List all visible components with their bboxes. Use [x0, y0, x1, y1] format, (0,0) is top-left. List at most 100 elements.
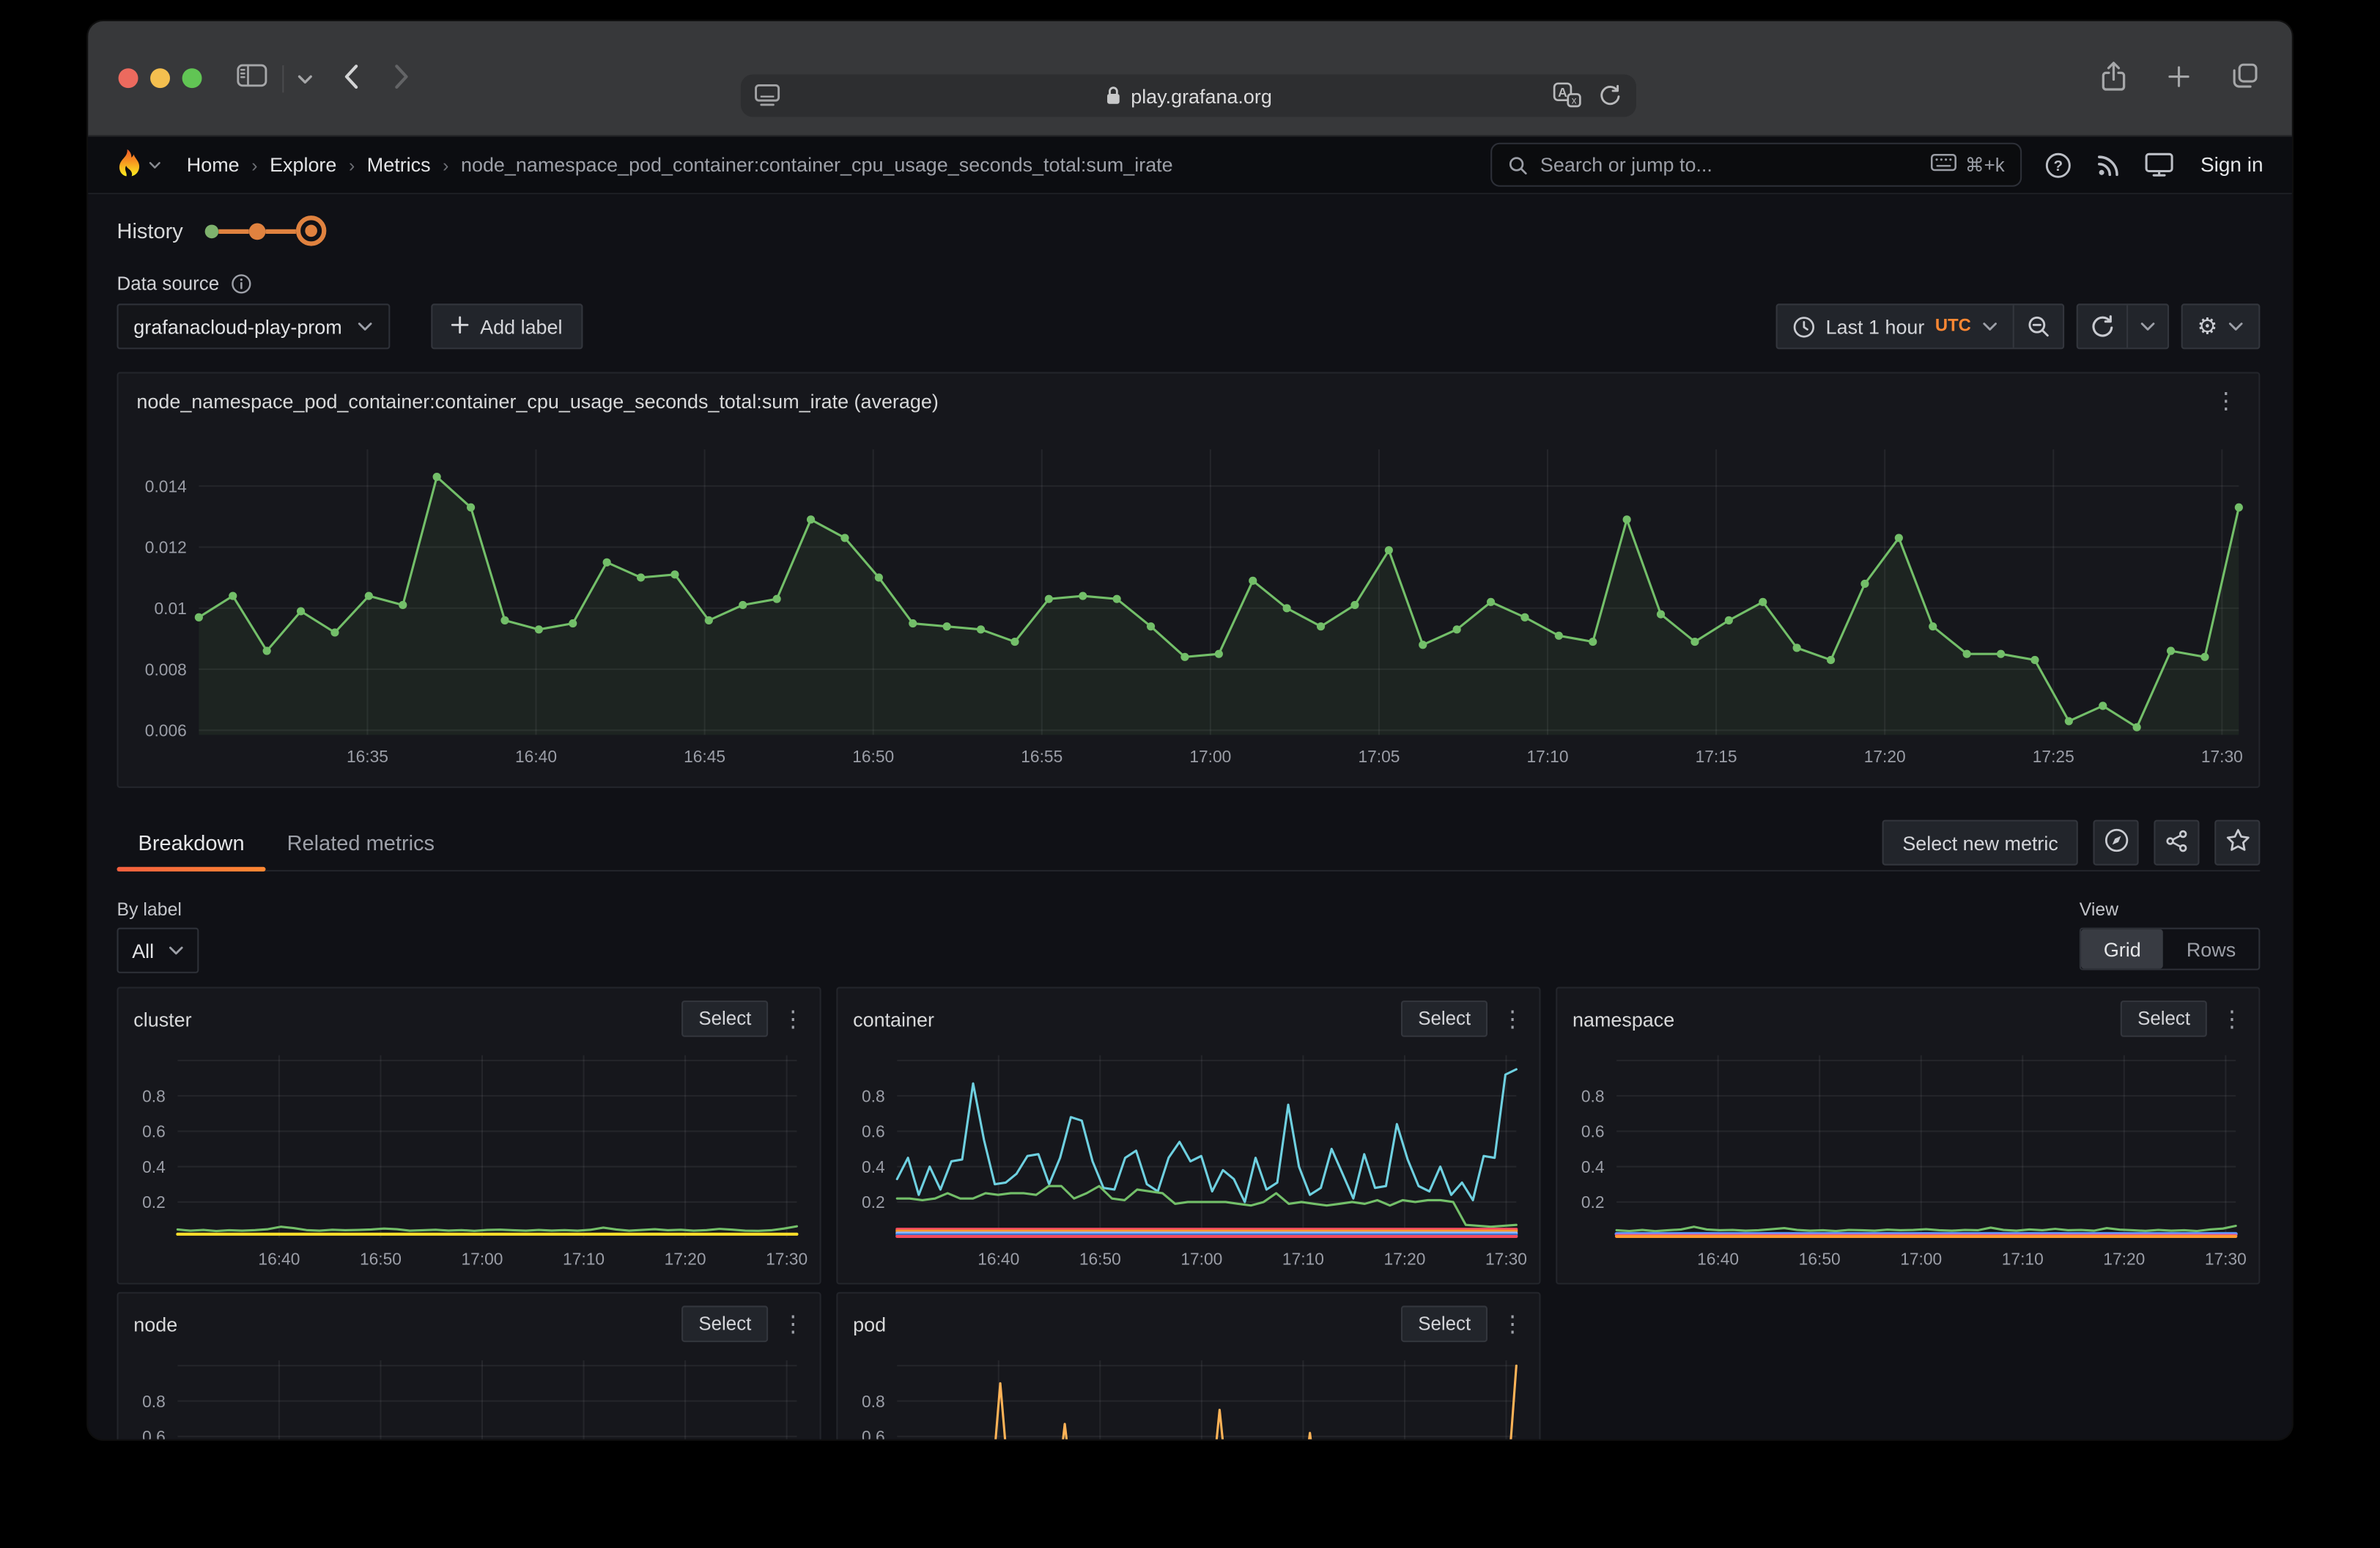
node-chart[interactable]: 16:4016:5017:0017:1017:2017:300.20.40.60…	[120, 1354, 820, 1440]
main-panel-title: node_namespace_pod_container:container_c…	[136, 390, 938, 413]
breadcrumb-separator: ›	[251, 154, 257, 175]
tab-related-label: Related metrics	[287, 830, 435, 855]
select-new-metric-button[interactable]: Select new metric	[1882, 820, 2077, 866]
svg-text:0.4: 0.4	[862, 1157, 885, 1176]
explore-button[interactable]	[2093, 820, 2139, 866]
panel-menu-button[interactable]: ⋮	[1495, 1313, 1530, 1335]
main-panel-header: node_namespace_pod_container:container_c…	[119, 374, 2259, 413]
breadcrumb-home[interactable]: Home	[187, 153, 240, 176]
breadcrumb-metrics[interactable]: Metrics	[367, 153, 431, 176]
bookmark-button[interactable]	[2214, 820, 2260, 866]
cluster-chart[interactable]: 16:4016:5017:0017:1017:2017:300.20.40.60…	[120, 1049, 820, 1277]
grafana-logo[interactable]	[109, 147, 144, 183]
info-icon[interactable]	[232, 273, 253, 295]
svg-text:17:10: 17:10	[1527, 747, 1569, 766]
close-window-button[interactable]	[119, 68, 138, 88]
select-node-button[interactable]: Select	[682, 1305, 769, 1342]
add-label-text: Add label	[480, 315, 562, 338]
panel-title: container	[853, 1007, 934, 1030]
refresh-interval-chevron[interactable]	[2126, 305, 2167, 347]
share-panel-button[interactable]	[2154, 820, 2199, 866]
svg-text:16:50: 16:50	[360, 1250, 402, 1269]
svg-text:17:00: 17:00	[462, 1250, 503, 1269]
keyboard-icon	[1930, 153, 1956, 176]
select-namespace-button[interactable]: Select	[2121, 1000, 2207, 1037]
share-alt-icon	[2165, 828, 2189, 857]
svg-text:16:40: 16:40	[515, 747, 557, 766]
svg-text:17:05: 17:05	[1358, 747, 1400, 766]
share-button[interactable]	[2101, 60, 2126, 97]
view-label: View	[2080, 899, 2261, 920]
panel-menu-button[interactable]: ⋮	[776, 1313, 811, 1335]
svg-text:17:00: 17:00	[1900, 1250, 1942, 1269]
search-input[interactable]: Search or jump to... ⌘+k	[1490, 143, 2022, 187]
select-cluster-button[interactable]: Select	[682, 1000, 769, 1037]
panel-menu-button[interactable]: ⋮	[2214, 1007, 2250, 1030]
panel-header: pod Select ⋮	[838, 1294, 1539, 1342]
reload-icon[interactable]	[1598, 83, 1621, 111]
help-button[interactable]: ?	[2044, 151, 2072, 178]
zoom-out-button[interactable]	[2012, 305, 2062, 347]
by-label-select[interactable]: All	[117, 928, 199, 973]
plus-icon	[2168, 64, 2190, 92]
refresh-button[interactable]	[2077, 305, 2126, 347]
svg-text:16:50: 16:50	[1799, 1250, 1841, 1269]
forward-button[interactable]	[393, 63, 410, 93]
pod-chart[interactable]: 16:4016:5017:0017:1017:2017:300.20.40.60…	[840, 1354, 1540, 1440]
news-rss-button[interactable]	[2094, 151, 2121, 178]
main-metric-chart[interactable]: 16:3516:4016:4516:5016:5517:0017:0517:10…	[120, 434, 2258, 786]
shortcut-text: ⌘+k	[1965, 153, 2005, 176]
panel-menu-button[interactable]: ⋮	[776, 1007, 811, 1030]
monitor-button[interactable]	[2144, 152, 2173, 177]
tab-breakdown[interactable]: Breakdown	[117, 815, 266, 870]
history-step-middle[interactable]	[248, 222, 265, 239]
svg-text:0.6: 0.6	[862, 1122, 885, 1141]
container-chart[interactable]: 16:4016:5017:0017:1017:2017:300.20.40.60…	[840, 1049, 1540, 1277]
sidebar-toggle-button[interactable]	[237, 64, 267, 92]
svg-text:17:15: 17:15	[1696, 747, 1737, 766]
sidebar-menu-chevron[interactable]	[298, 67, 313, 89]
tab-related-metrics[interactable]: Related metrics	[266, 815, 456, 870]
back-button[interactable]	[343, 63, 360, 93]
search-icon	[1507, 154, 1528, 175]
org-switcher-chevron-icon[interactable]	[149, 161, 161, 169]
datasource-value: grafanacloud-play-prom	[133, 315, 341, 338]
chevron-down-icon	[1981, 321, 1997, 332]
svg-text:17:20: 17:20	[1383, 1250, 1425, 1269]
settings-button[interactable]: ⚙	[2182, 305, 2259, 347]
history-step-current[interactable]	[295, 215, 325, 246]
star-icon	[2225, 828, 2250, 858]
tab-overview-button[interactable]	[2231, 62, 2258, 95]
svg-text:17:10: 17:10	[2002, 1250, 2044, 1269]
panel-title: namespace	[1572, 1007, 1674, 1030]
svg-text:17:00: 17:00	[1189, 747, 1231, 766]
new-tab-button[interactable]	[2168, 64, 2190, 92]
time-range-button[interactable]: Last 1 hour UTC	[1777, 305, 2011, 347]
page-proxy-icon[interactable]	[755, 84, 780, 112]
chevron-down-icon	[2140, 321, 2155, 332]
fullscreen-window-button[interactable]	[182, 68, 202, 88]
add-label-button[interactable]: Add label	[432, 303, 583, 349]
view-grid-option[interactable]: Grid	[2081, 929, 2164, 969]
select-container-button[interactable]: Select	[1401, 1000, 1488, 1037]
panel-menu-button[interactable]: ⋮	[2209, 390, 2244, 413]
history-step-start[interactable]	[204, 224, 218, 238]
sign-in-link[interactable]: Sign in	[2200, 153, 2263, 176]
window-controls	[119, 68, 202, 88]
panel-pod: pod Select ⋮ 16:4016:5017:0017:1017:2017…	[836, 1292, 1540, 1440]
translate-icon[interactable]: Ax	[1553, 82, 1581, 112]
svg-text:0.006: 0.006	[145, 721, 187, 740]
select-pod-button[interactable]: Select	[1401, 1305, 1488, 1342]
breadcrumb-explore[interactable]: Explore	[270, 153, 336, 176]
panel-menu-button[interactable]: ⋮	[1495, 1007, 1530, 1030]
view-rows-option[interactable]: Rows	[2164, 929, 2258, 969]
address-bar[interactable]: play.grafana.org Ax	[741, 75, 1636, 117]
svg-text:0.8: 0.8	[862, 1392, 885, 1411]
namespace-chart[interactable]: 16:4016:5017:0017:1017:2017:300.20.40.60…	[1559, 1049, 2258, 1277]
panel-cluster: cluster Select ⋮ 16:4016:5017:0017:1017:…	[117, 987, 821, 1284]
clock-icon	[1792, 315, 1815, 338]
minimize-window-button[interactable]	[150, 68, 170, 88]
svg-text:0.8: 0.8	[142, 1392, 166, 1411]
search-shortcut: ⌘+k	[1930, 153, 2005, 176]
datasource-picker[interactable]: grafanacloud-play-prom	[117, 303, 391, 349]
